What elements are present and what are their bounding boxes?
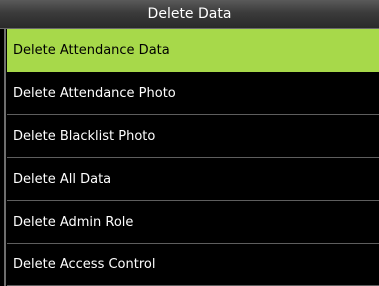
delete-data-menu: Delete Attendance Data Delete Attendance… — [0, 29, 379, 286]
menu-item-label: Delete All Data — [13, 171, 112, 187]
title-bar: Delete Data — [0, 0, 379, 29]
menu-item-label: Delete Access Control — [13, 257, 156, 272]
device-screen: Delete Data Delete Attendance Data Delet… — [0, 0, 379, 286]
menu-item-delete-all-data[interactable]: Delete All Data — [7, 158, 379, 201]
menu-item-delete-blacklist-photo[interactable]: Delete Blacklist Photo — [7, 115, 379, 158]
menu-item-delete-attendance-photo[interactable]: Delete Attendance Photo — [7, 72, 379, 115]
menu-item-delete-admin-role[interactable]: Delete Admin Role — [7, 201, 379, 244]
menu-item-label: Delete Blacklist Photo — [13, 128, 156, 144]
menu-item-delete-attendance-data[interactable]: Delete Attendance Data — [7, 29, 379, 72]
menu-item-label: Delete Attendance Data — [13, 42, 170, 58]
menu-item-label: Delete Attendance Photo — [13, 85, 176, 101]
page-title: Delete Data — [147, 6, 232, 22]
menu-item-label: Delete Admin Role — [13, 214, 134, 230]
menu-item-delete-access-control[interactable]: Delete Access Control — [7, 244, 379, 286]
